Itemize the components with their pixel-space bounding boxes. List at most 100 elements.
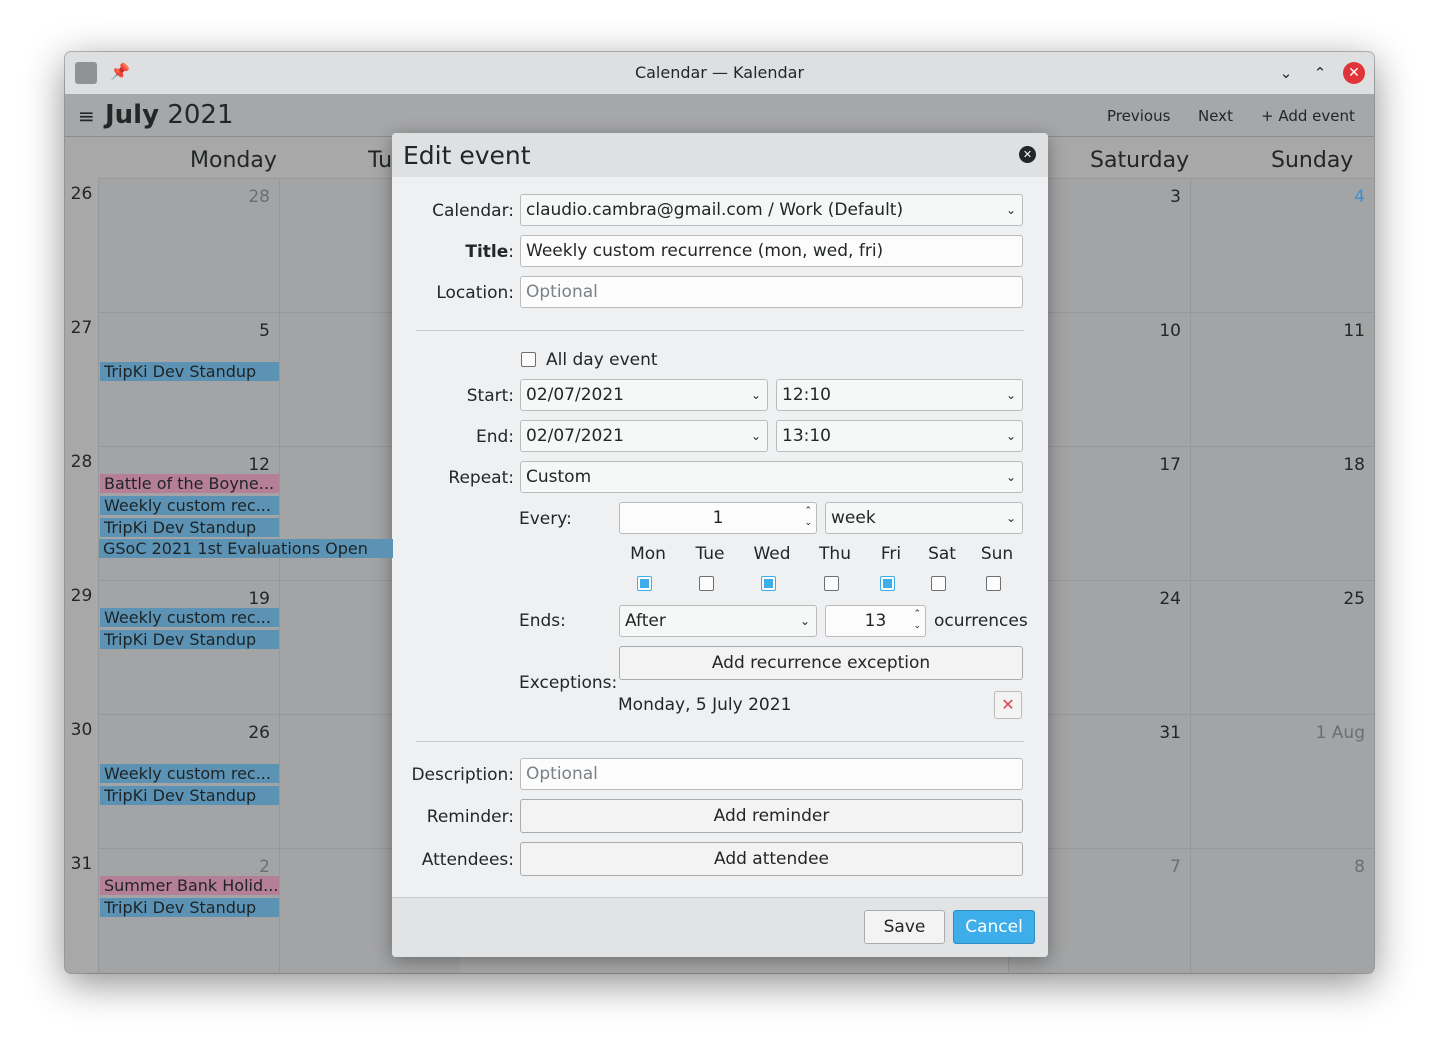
checkbox-fri[interactable] xyxy=(880,576,895,591)
start-time-value: 12:10 xyxy=(782,385,831,405)
checkbox-sat[interactable] xyxy=(931,576,946,591)
maximize-icon[interactable]: ⌃ xyxy=(1309,62,1331,84)
previous-button[interactable]: Previous xyxy=(1107,107,1170,125)
day-number: 19 xyxy=(248,589,270,609)
event-item[interactable]: Battle of the Boyne... xyxy=(100,474,279,493)
dialog-close-icon[interactable]: ✕ xyxy=(1019,146,1036,163)
checkbox-thu[interactable] xyxy=(824,576,839,591)
day-cell[interactable]: 25 xyxy=(1190,580,1374,715)
day-number: 24 xyxy=(1159,589,1181,609)
chevron-down-icon: ⌄ xyxy=(799,614,810,628)
calendar-select[interactable]: claudio.cambra@gmail.com / Work (Default… xyxy=(520,194,1023,226)
repeat-value: Custom xyxy=(526,467,592,487)
start-date-select[interactable]: 02/07/2021 ⌄ xyxy=(520,379,768,411)
weekday-monday: Monday xyxy=(190,148,277,173)
checkbox-wed[interactable] xyxy=(761,576,776,591)
day-number: 2 xyxy=(259,857,270,877)
attendees-label: Attendees: xyxy=(421,850,514,870)
day-cell[interactable]: 5 TripKi Dev Standup xyxy=(98,312,280,447)
calendar-label: Calendar: xyxy=(432,201,514,221)
day-cell[interactable]: 1 Aug xyxy=(1190,714,1374,849)
event-item[interactable]: TripKi Dev Standup xyxy=(100,362,279,381)
spin-arrows-icon[interactable]: ⌃ ⌄ xyxy=(913,608,921,632)
day-cell[interactable]: 28 xyxy=(98,178,280,313)
event-item[interactable]: TripKi Dev Standup xyxy=(100,786,279,805)
delete-exception-icon[interactable]: ✕ xyxy=(994,691,1022,719)
minimize-icon[interactable]: ⌄ xyxy=(1275,62,1297,84)
day-number: 10 xyxy=(1159,321,1181,341)
title-input[interactable]: Weekly custom recurrence (mon, wed, fri) xyxy=(520,235,1023,267)
end-date-select[interactable]: 02/07/2021 ⌄ xyxy=(520,420,768,452)
day-cell[interactable]: 11 xyxy=(1190,312,1374,447)
day-cell[interactable]: 4 xyxy=(1190,178,1374,313)
day-cell[interactable]: 2 Summer Bank Holid... TripKi Dev Standu… xyxy=(98,848,280,973)
add-recurrence-exception-button[interactable]: Add recurrence exception xyxy=(619,646,1023,680)
next-button[interactable]: Next xyxy=(1198,107,1233,125)
day-number: 18 xyxy=(1343,455,1365,475)
every-spinbox[interactable]: 1 ⌃ ⌄ xyxy=(619,502,817,534)
start-time-select[interactable]: 12:10 ⌄ xyxy=(776,379,1023,411)
checkbox-mon[interactable] xyxy=(637,576,652,591)
day-number: 12 xyxy=(248,455,270,475)
hamburger-menu-icon[interactable]: ≡ xyxy=(78,104,95,128)
repeat-select[interactable]: Custom ⌄ xyxy=(520,461,1023,493)
day-label-fri: Fri xyxy=(880,544,902,564)
event-item[interactable]: TripKi Dev Standup xyxy=(100,630,279,649)
chevron-down-icon: ⌄ xyxy=(1005,470,1016,484)
reminder-label: Reminder: xyxy=(426,807,514,827)
dialog-header: Edit event ✕ xyxy=(392,133,1048,177)
day-number: 7 xyxy=(1170,857,1181,877)
day-cell[interactable]: 8 xyxy=(1190,848,1374,973)
plus-icon: + xyxy=(1261,107,1274,125)
week-number: 31 xyxy=(70,854,93,874)
event-item[interactable]: Weekly custom rec... xyxy=(100,496,279,515)
day-number: 17 xyxy=(1159,455,1181,475)
day-number: 25 xyxy=(1343,589,1365,609)
occurrences-spinbox[interactable]: 13 ⌃ ⌄ xyxy=(825,605,926,637)
day-cell[interactable]: 26 Weekly custom rec... TripKi Dev Stand… xyxy=(98,714,280,849)
event-item[interactable]: TripKi Dev Standup xyxy=(100,898,279,917)
repeat-label: Repeat: xyxy=(448,468,514,488)
event-item[interactable]: TripKi Dev Standup xyxy=(100,518,279,537)
add-attendee-button[interactable]: Add attendee xyxy=(520,842,1023,876)
close-icon[interactable]: ✕ xyxy=(1343,62,1365,84)
event-item-multiday[interactable]: GSoC 2021 1st Evaluations Open xyxy=(99,539,393,558)
checkbox-tue[interactable] xyxy=(699,576,714,591)
title-label-colon: : xyxy=(508,242,514,262)
day-number: 11 xyxy=(1343,321,1365,341)
day-cell[interactable]: 19 Weekly custom rec... TripKi Dev Stand… xyxy=(98,580,280,715)
week-number: 29 xyxy=(70,586,93,606)
week-number: 26 xyxy=(70,184,93,204)
description-input[interactable]: Optional xyxy=(520,758,1023,790)
exceptions-label: Exceptions: xyxy=(519,673,618,693)
add-event-button[interactable]: + Add event xyxy=(1261,107,1355,125)
day-number: 3 xyxy=(1170,187,1181,207)
chevron-down-icon: ⌄ xyxy=(1005,388,1016,402)
day-cell[interactable]: 12 Battle of the Boyne... Weekly custom … xyxy=(98,446,280,581)
ends-select[interactable]: After ⌄ xyxy=(619,605,817,637)
day-number: 26 xyxy=(248,723,270,743)
divider xyxy=(416,741,1024,742)
day-number: 1 Aug xyxy=(1315,723,1365,743)
event-item[interactable]: Weekly custom rec... xyxy=(100,608,279,627)
all-day-checkbox[interactable] xyxy=(521,352,536,367)
every-unit-select[interactable]: week ⌄ xyxy=(825,502,1023,534)
spin-arrows-icon[interactable]: ⌃ ⌄ xyxy=(804,505,812,529)
day-cell[interactable]: 18 xyxy=(1190,446,1374,581)
dialog-footer: Save Cancel xyxy=(392,897,1048,957)
day-number: 31 xyxy=(1159,723,1181,743)
weekday-tuesday: Tu xyxy=(368,148,393,173)
title-label-text: Title xyxy=(465,242,509,262)
event-item[interactable]: Weekly custom rec... xyxy=(100,764,279,783)
dialog-title: Edit event xyxy=(403,141,531,170)
day-number-today: 4 xyxy=(1354,187,1365,207)
location-input[interactable]: Optional xyxy=(520,276,1023,308)
end-time-select[interactable]: 13:10 ⌄ xyxy=(776,420,1023,452)
checkbox-sun[interactable] xyxy=(986,576,1001,591)
save-button[interactable]: Save xyxy=(864,910,945,944)
cancel-button[interactable]: Cancel xyxy=(953,910,1035,944)
divider xyxy=(416,330,1024,331)
add-reminder-button[interactable]: Add reminder xyxy=(520,799,1023,833)
event-item[interactable]: Summer Bank Holid... xyxy=(100,876,279,895)
chevron-down-icon: ⌄ xyxy=(750,388,761,402)
